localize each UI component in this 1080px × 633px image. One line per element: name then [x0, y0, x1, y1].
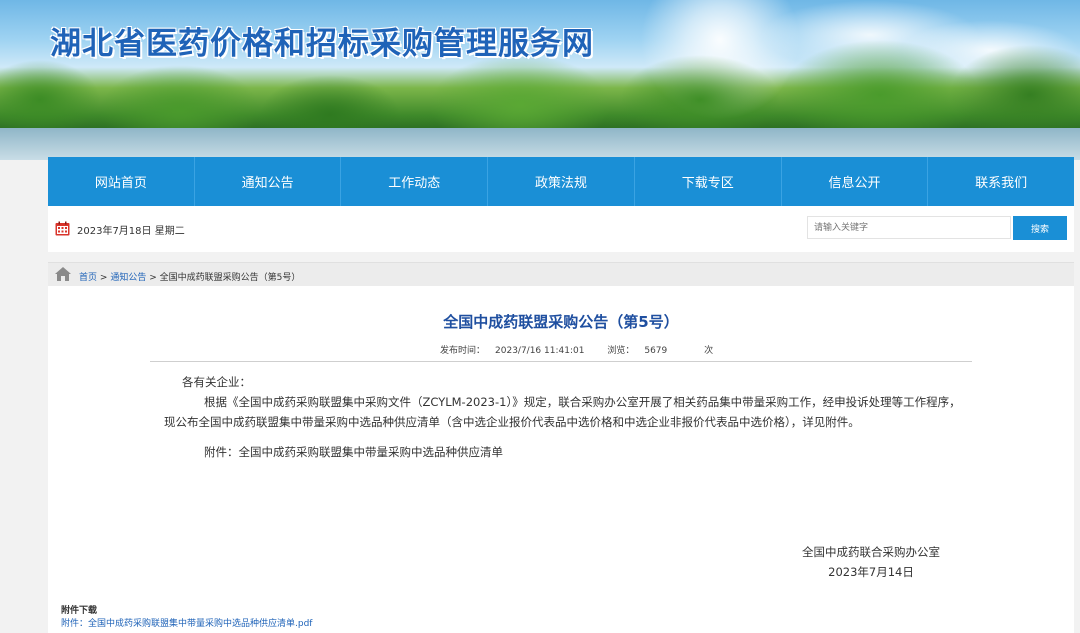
publish-label: 发布时间： — [440, 346, 486, 356]
header-banner: 湖北省医药价格和招标采购管理服务网 — [0, 0, 1080, 160]
info-bar: 2023年7月18日 星期二 搜索 — [48, 206, 1074, 252]
views-value: 5679 — [644, 346, 668, 356]
main-nav: 网站首页 通知公告 工作动态 政策法规 下载专区 信息公开 联系我们 — [48, 157, 1074, 206]
download-link[interactable]: 附件：全国中成药采购联盟集中带量采购中选品种供应清单.pdf — [61, 616, 312, 629]
breadcrumb-trail: 首页 > 通知公告 > 全国中成药联盟采购公告（第5号） — [79, 270, 300, 283]
signature-block: 全国中成药联合采购办公室 2023年7月14日 — [802, 542, 940, 582]
article-title: 全国中成药联盟采购公告（第5号） — [443, 313, 679, 331]
nav-item-downloads[interactable]: 下载专区 — [635, 157, 782, 206]
view-count: 浏览： 5679 — [607, 346, 677, 356]
calendar-icon — [55, 221, 70, 236]
download-title: 附件下载 — [61, 606, 98, 616]
nav-item-disclosure[interactable]: 信息公开 — [782, 157, 929, 206]
breadcrumb-separator: > — [99, 273, 108, 283]
greeting: 各有关企业： — [182, 375, 251, 389]
publish-value: 2023/7/16 11:41:01 — [495, 346, 585, 356]
breadcrumb-home-link[interactable]: 首页 — [79, 273, 97, 283]
search-button[interactable]: 搜索 — [1013, 216, 1067, 240]
current-date: 2023年7月18日 星期二 — [77, 226, 185, 237]
body-paragraph: 根据《全国中成药采购联盟集中采购文件（ZCYLM-2023-1）》规定，联合采购… — [164, 395, 961, 429]
views-unit: 次 — [704, 346, 714, 356]
nav-item-policies[interactable]: 政策法规 — [488, 157, 635, 206]
breadcrumb-current: 全国中成药联盟采购公告（第5号） — [159, 273, 301, 283]
lake-water — [0, 128, 1080, 160]
title-divider — [150, 361, 972, 362]
article-body: 各有关企业： 根据《全国中成药采购联盟集中采购文件（ZCYLM-2023-1）》… — [164, 372, 964, 462]
breadcrumb-separator: > — [149, 273, 157, 283]
site-title: 湖北省医药价格和招标采购管理服务网 — [50, 26, 594, 62]
breadcrumb-section-link[interactable]: 通知公告 — [110, 273, 146, 283]
breadcrumb: 首页 > 通知公告 > 全国中成药联盟采购公告（第5号） — [48, 262, 1074, 287]
publish-time: 发布时间： 2023/7/16 11:41:01 — [440, 346, 594, 356]
attachment-line: 附件：全国中成药采购联盟集中带量采购中选品种供应清单 — [204, 445, 503, 459]
nav-item-notices[interactable]: 通知公告 — [195, 157, 342, 206]
nav-item-home[interactable]: 网站首页 — [48, 157, 195, 206]
search-input[interactable] — [807, 216, 1011, 239]
article-panel: 全国中成药联盟采购公告（第5号） 发布时间： 2023/7/16 11:41:01… — [48, 286, 1074, 633]
signer: 全国中成药联合采购办公室 — [802, 545, 940, 559]
sign-date: 2023年7月14日 — [828, 565, 914, 579]
home-icon — [55, 267, 71, 281]
article-meta: 发布时间： 2023/7/16 11:41:01 浏览： 5679 次 — [440, 343, 723, 356]
nav-item-contact[interactable]: 联系我们 — [928, 157, 1074, 206]
nav-item-news[interactable]: 工作动态 — [341, 157, 489, 206]
views-label: 浏览： — [607, 346, 635, 356]
